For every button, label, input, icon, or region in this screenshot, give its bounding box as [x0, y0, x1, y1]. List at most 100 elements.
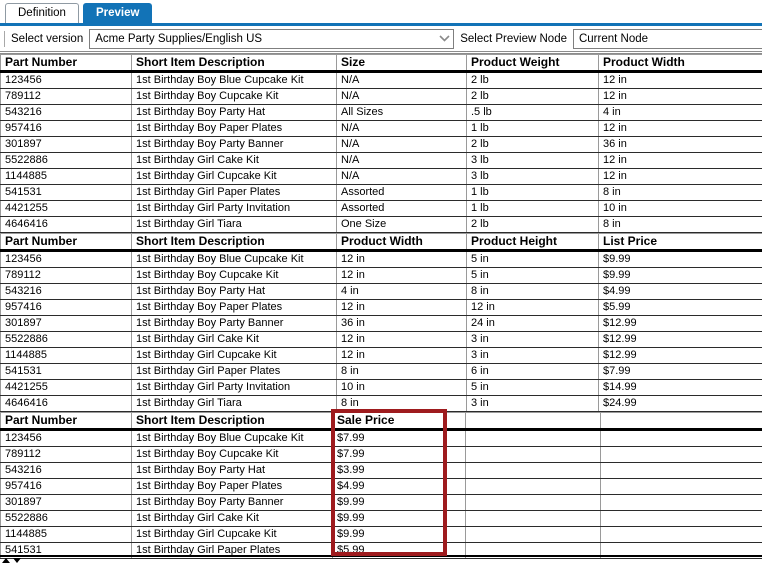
table-cell: 10 in	[336, 379, 467, 396]
table-cell	[600, 429, 762, 447]
table-cell: 123456	[0, 429, 132, 447]
preview-table-sale-price: Part Number Short Item Description Sale Pr…	[0, 412, 762, 559]
table-cell: 5522886	[0, 331, 132, 348]
table-cell: 3 in	[466, 331, 599, 348]
table-cell: 12 in	[598, 120, 762, 137]
table-cell: 1st Birthday Boy Blue Cupcake Kit	[131, 250, 337, 268]
table-row: 1144885 1st Birthday Girl Cupcake Kit $9.9…	[0, 526, 762, 543]
preview-node-value: Current Node	[578, 32, 649, 45]
table-cell: $4.99	[332, 478, 466, 495]
table-cell: $14.99	[598, 379, 762, 396]
table-cell: $12.99	[598, 347, 762, 364]
table-row: 1144885 1st Birthday Girl Cupcake Kit N/A 3…	[0, 168, 762, 185]
version-select[interactable]: Acme Party Supplies/English US	[89, 28, 455, 49]
scroll-up-icon[interactable]	[2, 558, 10, 563]
toolbar-divider	[4, 30, 5, 47]
table-cell: 8 in	[598, 184, 762, 201]
table-cell: 24 in	[466, 315, 599, 332]
table-cell: 1st Birthday Boy Party Hat	[131, 104, 337, 121]
table-cell: 4646416	[0, 216, 132, 233]
preview-node-select[interactable]: Current Node	[572, 28, 762, 49]
table-cell: 1st Birthday Boy Blue Cupcake Kit	[131, 429, 333, 447]
table-cell: 3 in	[466, 347, 599, 364]
table-cell: 957416	[0, 120, 132, 137]
table-cell: 12 in	[466, 299, 599, 316]
table-row: 123456 1st Birthday Boy Blue Cupcake Kit $…	[0, 429, 762, 447]
table-cell: 12 in	[598, 168, 762, 185]
table-cell: $9.99	[598, 267, 762, 284]
tab-preview[interactable]: Preview	[82, 3, 153, 23]
select-preview-node-label: Select Preview Node	[460, 32, 567, 45]
table-cell: 1st Birthday Girl Cupcake Kit	[131, 347, 337, 364]
table-cell: $12.99	[598, 315, 762, 332]
column-header: List Price	[598, 233, 762, 252]
table-cell: 123456	[0, 250, 132, 268]
column-header: Product Weight	[466, 54, 599, 73]
table-cell: N/A	[336, 120, 467, 137]
tab-definition[interactable]: Definition	[5, 3, 79, 23]
table-cell: 1st Birthday Girl Paper Plates	[131, 184, 337, 201]
table-cell: All Sizes	[336, 104, 467, 121]
column-header: Product Width	[598, 54, 762, 73]
table-cell: 789112	[0, 446, 132, 463]
table-cell: 1st Birthday Boy Cupcake Kit	[131, 267, 337, 284]
table-cell: 12 in	[598, 71, 762, 89]
preview-table-dimensions: Part Number Short Item Description Product…	[0, 233, 762, 412]
column-header: Part Number	[0, 233, 132, 252]
table-cell: 2 lb	[466, 88, 599, 105]
table-cell: 1st Birthday Girl Cupcake Kit	[131, 526, 333, 543]
table-cell: 1st Birthday Girl Cake Kit	[131, 331, 337, 348]
table-cell: 4421255	[0, 379, 132, 396]
table-row: 123456 1st Birthday Boy Blue Cupcake Kit N…	[0, 71, 762, 89]
table-row: 541531 1st Birthday Girl Paper Plates Asso…	[0, 184, 762, 201]
table-bottom-edge	[0, 555, 762, 557]
column-header: Part Number	[0, 412, 132, 431]
table-cell: $9.99	[332, 494, 466, 511]
table-cell	[465, 429, 601, 447]
table-cell: 5 in	[466, 379, 599, 396]
table-cell: 957416	[0, 478, 132, 495]
table-cell: 1144885	[0, 347, 132, 364]
table-cell: 1st Birthday Girl Cake Kit	[131, 152, 337, 169]
table-cell: 3 in	[466, 395, 599, 412]
header-row: Part Number Short Item Description Sale Pr…	[0, 412, 762, 431]
table-cell: 3 lb	[466, 168, 599, 185]
table-cell: 301897	[0, 494, 132, 511]
table-cell: 8 in	[466, 283, 599, 300]
table-cell	[600, 446, 762, 463]
table-cell: .5 lb	[466, 104, 599, 121]
toolbar: Select version Acme Party Supplies/Engli…	[0, 26, 762, 51]
table-cell: $7.99	[598, 363, 762, 380]
table-row: 4646416 1st Birthday Girl Tiara One Size 2 …	[0, 216, 762, 233]
table-row: 789112 1st Birthday Boy Cupcake Kit N/A 2 l…	[0, 88, 762, 105]
table-cell: 2 lb	[466, 136, 599, 153]
table-cell	[465, 526, 601, 543]
table-cell: 1 lb	[466, 184, 599, 201]
table-cell: 8 in	[336, 363, 467, 380]
table-row: 301897 1st Birthday Boy Party Banner $9.99	[0, 494, 762, 511]
table-cell: 12 in	[598, 152, 762, 169]
table-cell: 1 lb	[466, 200, 599, 217]
chevron-down-icon	[439, 33, 450, 45]
column-header	[600, 412, 762, 431]
table-cell: 4646416	[0, 395, 132, 412]
table-cell: 1st Birthday Boy Cupcake Kit	[131, 88, 337, 105]
scroll-down-icon[interactable]	[13, 558, 21, 563]
table-cell	[600, 494, 762, 511]
table-cell: 1st Birthday Girl Party Invitation	[131, 379, 337, 396]
table-cell: 4 in	[336, 283, 467, 300]
version-select-value: Acme Party Supplies/English US	[95, 32, 263, 45]
table-cell: 789112	[0, 88, 132, 105]
column-header: Product Height	[466, 233, 599, 252]
table-cell	[600, 478, 762, 495]
table-cell: 1st Birthday Boy Party Hat	[131, 283, 337, 300]
table-cell: 12 in	[336, 250, 467, 268]
table-row: 5522886 1st Birthday Girl Cake Kit 12 in 3 …	[0, 331, 762, 348]
table-cell: 1st Birthday Boy Party Hat	[131, 462, 333, 479]
table-cell: 8 in	[598, 216, 762, 233]
table-cell: 1st Birthday Boy Paper Plates	[131, 478, 333, 495]
table-cell: 12 in	[598, 88, 762, 105]
column-header: Short Item Description	[131, 54, 337, 73]
table-cell: $7.99	[332, 446, 466, 463]
table-cell: N/A	[336, 88, 467, 105]
